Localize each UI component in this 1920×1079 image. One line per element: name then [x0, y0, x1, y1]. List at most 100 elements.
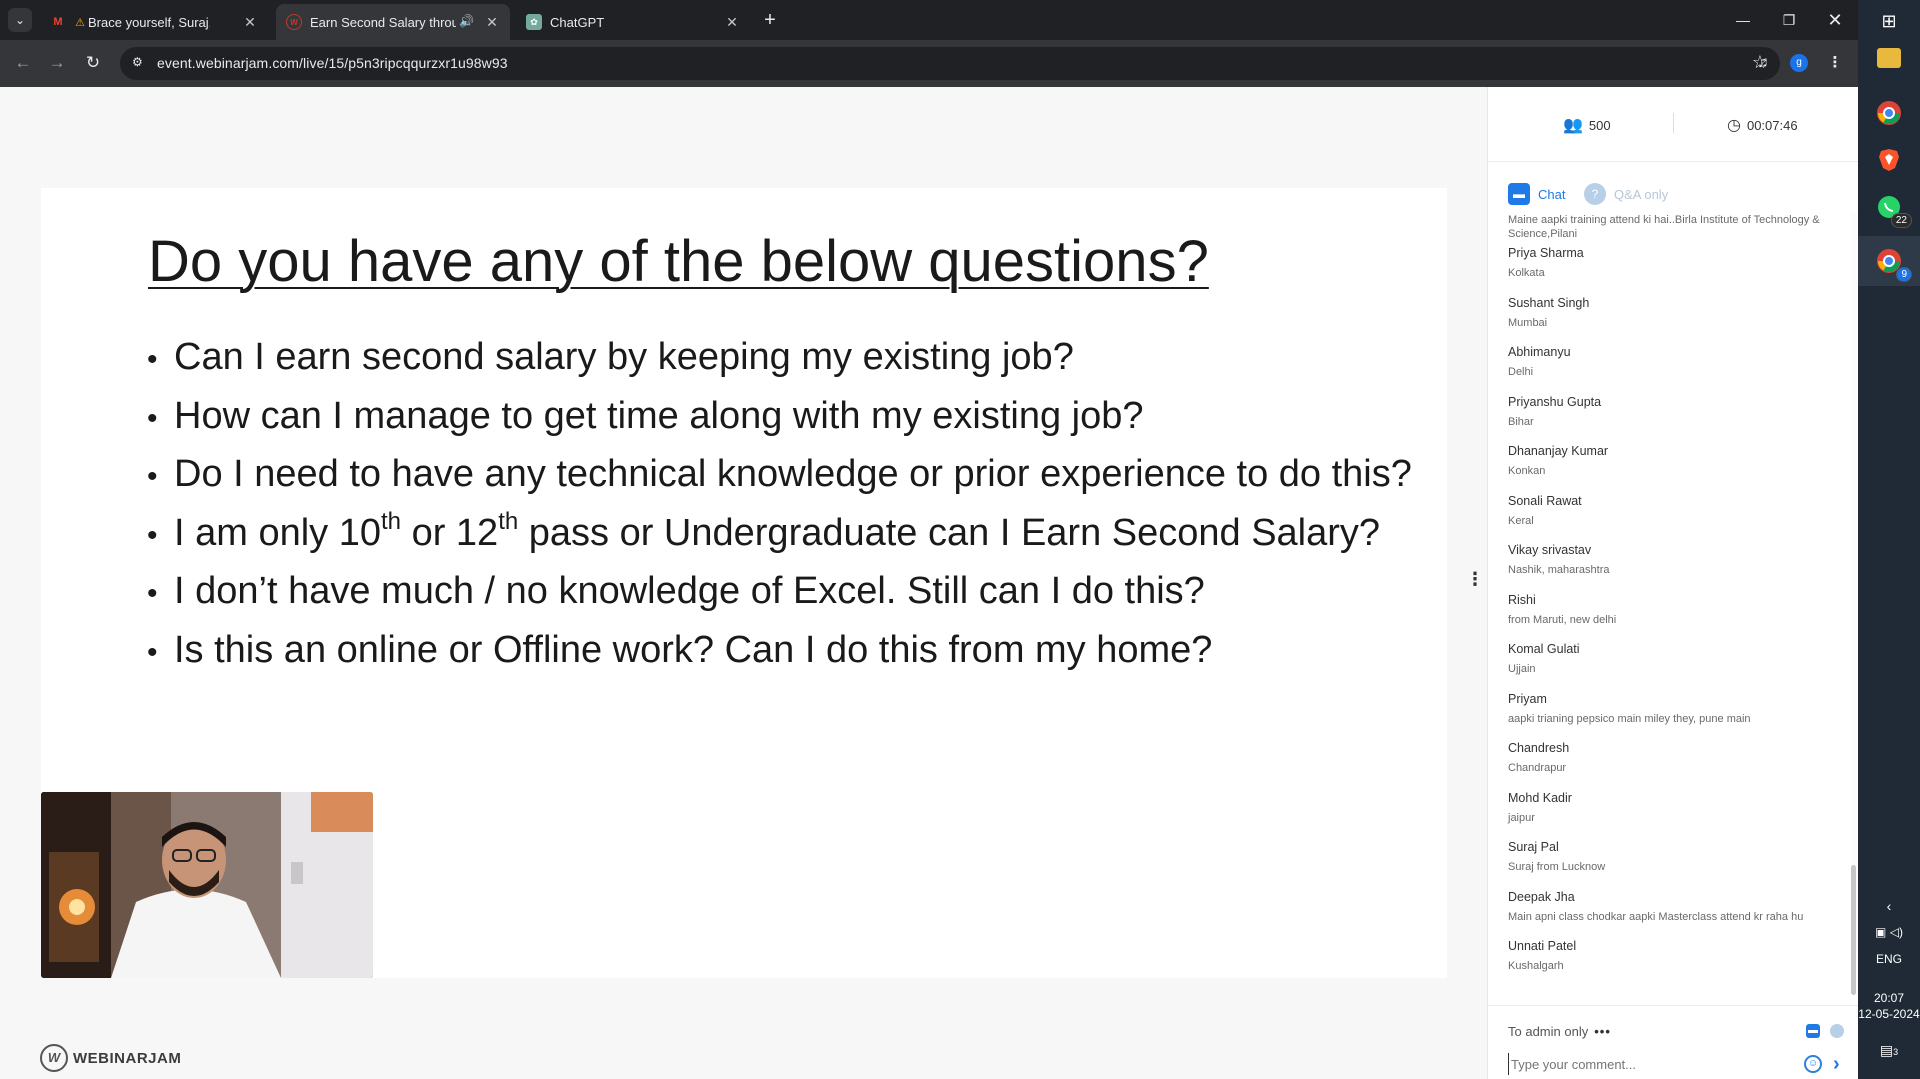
chat-author: Priyanshu Gupta [1508, 394, 1602, 409]
tab-strip: ⌄ M ⚠ Brace yourself, Suraj, Only 1 ✕ W … [0, 0, 1858, 40]
slide-bullet-list: • Can I earn second salary by keeping my … [147, 328, 1412, 679]
presenter-webcam[interactable] [41, 792, 373, 978]
media-controls-icon[interactable]: ♫ [1751, 51, 1775, 75]
whatsapp-badge: 22 [1890, 213, 1912, 228]
chat-message: Vikay srivastav Nashik, maharashtra [1508, 543, 1838, 577]
new-tab-button[interactable]: + [758, 8, 782, 32]
tab-title: Brace yourself, Suraj, Only 1 [88, 14, 210, 30]
chat-message: Unnati Patel Kushalgarh [1508, 939, 1838, 973]
chat-message: Abhimanyu Delhi [1508, 345, 1838, 379]
webinarjam-logo: W WEBINARJAM [40, 1043, 181, 1073]
webinar-page: Do you have any of the below questions? … [0, 87, 1859, 1079]
chat-message: Priya Sharma Kolkata [1508, 246, 1838, 280]
chat-author: Priyam [1508, 691, 1547, 706]
chat-author: Unnati Patel [1508, 939, 1577, 953]
tray-expand-icon[interactable]: ‹ [1858, 898, 1920, 914]
tab-chat[interactable]: ▬ Chat [1508, 174, 1565, 214]
restore-button[interactable]: ❐ [1766, 6, 1812, 34]
presenter-video-frame [41, 792, 373, 978]
tab-title: ChatGPT [550, 14, 605, 30]
stats-divider [1673, 113, 1674, 133]
chat-scrollbar-track[interactable] [1851, 212, 1857, 952]
language-indicator[interactable]: ENG [1858, 952, 1920, 966]
send-icon[interactable]: › [1833, 1053, 1849, 1075]
chat-message-text: Mumbai [1508, 316, 1548, 329]
chat-composer: To admin only••• ▬ ☺ › [1488, 1005, 1859, 1079]
close-icon[interactable]: ✕ [242, 14, 258, 30]
file-explorer-icon[interactable] [1877, 48, 1901, 68]
tab-chatgpt[interactable]: ✿ ChatGPT ✕ [516, 4, 750, 40]
webinarjam-icon: W [286, 14, 302, 30]
clock-date[interactable]: 12-05-2024 [1858, 1007, 1920, 1021]
chat-message: Suraj Pal Suraj from Lucknow [1508, 840, 1838, 874]
recipient-selector[interactable]: To admin only ••• [1508, 1024, 1611, 1039]
close-icon[interactable]: ✕ [484, 14, 500, 30]
chat-message-text: Delhi [1508, 366, 1534, 378]
people-icon: 👥 [1563, 117, 1583, 134]
tab-qa-only[interactable]: ? Q&A only [1584, 174, 1668, 214]
site-info-icon[interactable]: ⚙ [132, 55, 148, 71]
chat-message: Sushant Singh Mumbai [1508, 296, 1838, 330]
attendee-count: 👥 500 [1563, 117, 1611, 134]
more-dots-icon[interactable]: ••• [1594, 1024, 1611, 1039]
chat-message: Sonali Rawat Keral [1508, 494, 1838, 528]
chat-message: Komal Gulati Ujjain [1508, 642, 1838, 676]
webinar-stats-bar: 👥 500 ◷ 00:07:46 [1488, 87, 1859, 162]
chrome-profile-icon[interactable] [1872, 96, 1906, 130]
chat-tabs: ▬ Chat ? Q&A only [1488, 174, 1859, 214]
emoji-icon[interactable]: ☺ [1804, 1055, 1822, 1073]
chrome-badge: 9 [1896, 267, 1912, 282]
chat-author: Vikay srivastav [1508, 543, 1592, 557]
webinar-timer: ◷ 00:07:46 [1727, 117, 1798, 134]
tab-gmail[interactable]: M ⚠ Brace yourself, Suraj, Only 1 ✕ [40, 4, 268, 40]
back-button[interactable]: ← [10, 50, 36, 76]
chat-message: Maine aapki training attend ki hai..Birl… [1508, 212, 1838, 241]
chat-message-text: Kushalgarh [1508, 960, 1564, 972]
tab-webinar[interactable]: W Earn Second Salary through 🔊 ✕ [276, 4, 510, 40]
url-text[interactable]: event.webinarjam.com/live/15/p5n3ripcqqu… [157, 55, 508, 71]
chat-author: Komal Gulati [1508, 642, 1580, 656]
chat-message-list[interactable]: Maine aapki training attend ki hai..Birl… [1488, 212, 1859, 1014]
chat-message-text: Maine aapki training attend ki hai..Birl… [1508, 214, 1820, 240]
close-icon[interactable]: ✕ [724, 14, 740, 30]
tab-search-button[interactable]: ⌄ [8, 8, 32, 32]
forward-button[interactable]: → [44, 50, 70, 76]
windows-taskbar: ⊞ 22 9 ‹ ▣ ◁) ENG 20:07 12-05-2024 ▤3 [1858, 0, 1920, 1079]
chat-author: Sushant Singh [1508, 295, 1590, 310]
close-window-button[interactable]: ✕ [1812, 6, 1858, 34]
slide-bullet: • Can I earn second salary by keeping my … [147, 336, 1074, 378]
warning-icon: ⚠ [75, 16, 85, 29]
chat-author: Deepak Jha [1508, 889, 1575, 904]
chat-bubble-icon: ▬ [1508, 183, 1530, 205]
chat-bubble-icon[interactable]: ▬ [1806, 1024, 1820, 1038]
chat-message-text: Bihar [1508, 415, 1534, 428]
chat-scrollbar-thumb[interactable] [1851, 865, 1856, 995]
network-volume-icons[interactable]: ▣ ◁) [1858, 925, 1920, 939]
clock-icon: ◷ [1727, 117, 1741, 134]
chat-sidebar: 👥 500 ◷ 00:07:46 ▬ Chat ? Q&A only Maine… [1487, 87, 1859, 1079]
reload-button[interactable]: ↻ [80, 50, 106, 76]
windows-start-icon[interactable]: ⊞ [1872, 4, 1906, 38]
chat-message-text: aapki trianing pepsico main miley they, … [1508, 712, 1751, 725]
chat-author: Rishi [1508, 592, 1536, 607]
chat-message: Priyam aapki trianing pepsico main miley… [1508, 692, 1838, 726]
audio-playing-icon[interactable]: 🔊 [459, 14, 474, 28]
comment-input[interactable] [1508, 1053, 1778, 1075]
brave-browser-icon[interactable] [1872, 143, 1906, 177]
profile-avatar[interactable]: g [1790, 54, 1808, 72]
chat-author: Suraj Pal [1508, 840, 1559, 854]
chat-author: Dhananjay Kumar [1508, 444, 1609, 458]
whatsapp-icon[interactable]: 22 [1872, 190, 1912, 228]
slide-bullet: • Is this an online or Offline work? Can … [147, 628, 1213, 671]
minimize-button[interactable]: — [1720, 6, 1766, 34]
chat-message: Rishi from Maruti, new delhi [1508, 593, 1838, 627]
question-icon[interactable] [1830, 1024, 1844, 1038]
address-bar[interactable]: ⚙ event.webinarjam.com/live/15/p5n3ripcq… [120, 47, 1780, 80]
chrome-active-icon[interactable]: 9 [1872, 244, 1912, 282]
notification-center-icon[interactable]: ▤3 [1858, 1042, 1920, 1059]
more-options-icon[interactable]: ⋮ [1466, 567, 1484, 591]
composer-icons: ▬ [1806, 1024, 1844, 1038]
clock-time[interactable]: 20:07 [1858, 991, 1920, 1005]
browser-menu-icon[interactable]: ⋮ [1823, 51, 1847, 75]
tab-title: Earn Second Salary through [310, 14, 456, 30]
